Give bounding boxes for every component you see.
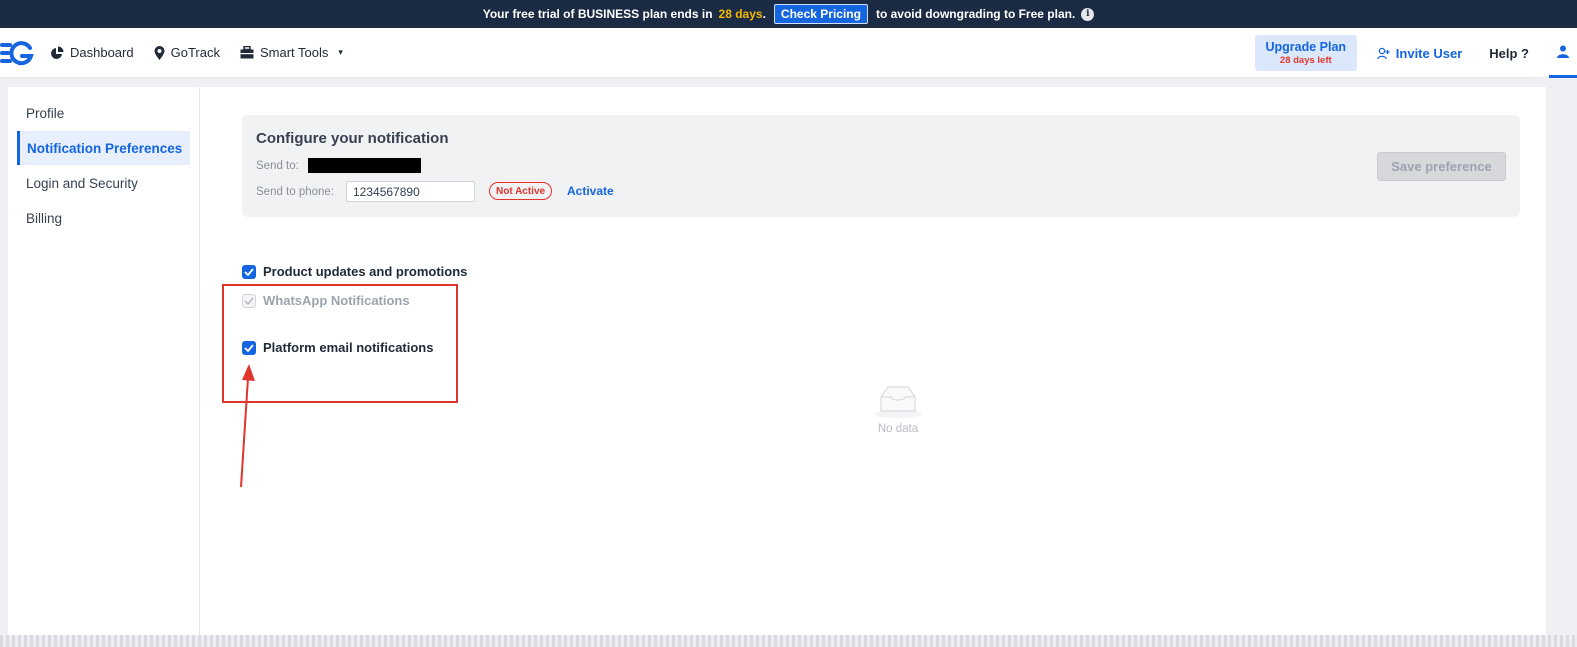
banner-days-period: . (762, 7, 766, 21)
phone-input[interactable] (346, 181, 475, 202)
status-badge: Not Active (489, 182, 553, 200)
nav-gotrack[interactable]: GoTrack (154, 45, 220, 60)
checkbox-checked-icon[interactable] (242, 264, 256, 279)
pie-chart-icon (51, 46, 64, 59)
invite-user-label: Invite User (1395, 45, 1463, 61)
info-icon[interactable]: i (1081, 7, 1095, 21)
sidebar-item-login-and-security[interactable]: Login and Security (8, 166, 199, 200)
banner-text-after: to avoid downgrading to Free plan. (875, 7, 1076, 21)
days-left-label: 28 days left (1279, 55, 1332, 66)
add-user-icon (1376, 47, 1390, 59)
check-pricing-button[interactable]: Check Pricing (773, 4, 868, 24)
option-product-updates[interactable]: Product updates and promotions (242, 264, 467, 279)
sidebar-item-billing[interactable]: Billing (8, 201, 199, 235)
nav-gotrack-label: GoTrack (170, 45, 220, 60)
sidebar-item-notification-preferences[interactable]: Notification Preferences (17, 131, 190, 165)
map-pin-icon (154, 45, 165, 60)
right-gutter (1546, 78, 1577, 647)
bottom-strip (0, 635, 1577, 647)
banner-days: 28 days (718, 7, 763, 21)
logo-icon (0, 40, 34, 65)
highlight-box (222, 284, 458, 403)
banner-text-before: Your free trial of BUSINESS plan ends in (482, 7, 713, 21)
top-navbar: Dashboard GoTrack Smart Tools ▾ Upgrade … (0, 28, 1577, 78)
help-link[interactable]: Help ? (1489, 46, 1529, 61)
option-product-updates-label: Product updates and promotions (263, 264, 468, 279)
sidebar-item-profile[interactable]: Profile (8, 96, 199, 130)
send-to-label: Send to: (256, 160, 299, 172)
nav-dashboard[interactable]: Dashboard (50, 45, 134, 60)
redacted-email (308, 158, 421, 173)
app-logo[interactable] (0, 33, 40, 73)
user-icon (1557, 45, 1569, 58)
chevron-down-icon: ▾ (338, 47, 343, 57)
activate-link[interactable]: Activate (567, 184, 614, 198)
empty-state-text: No data (877, 423, 919, 435)
settings-sidebar: Profile Notification Preferences Login a… (8, 87, 200, 635)
send-to-phone-label: Send to phone: (256, 186, 335, 198)
nav-smart-tools[interactable]: Smart Tools ▾ (240, 45, 343, 60)
empty-inbox-icon (874, 386, 922, 418)
config-title: Configure your notification (256, 130, 449, 147)
invite-user-button[interactable]: Invite User (1376, 45, 1463, 61)
empty-state: No data (874, 383, 922, 435)
notification-config-card: Configure your notification Send to: Sen… (242, 115, 1520, 217)
upgrade-plan-button[interactable]: Upgrade Plan 28 days left (1254, 35, 1357, 71)
nav-smart-tools-label: Smart Tools (259, 45, 329, 60)
toolbox-icon (240, 46, 254, 59)
upgrade-plan-label: Upgrade Plan (1265, 40, 1347, 54)
save-preference-button[interactable]: Save preference (1377, 152, 1506, 181)
trial-banner: Your free trial of BUSINESS plan ends in… (0, 0, 1577, 28)
user-menu[interactable] (1549, 28, 1577, 78)
nav-dashboard-label: Dashboard (70, 45, 134, 60)
